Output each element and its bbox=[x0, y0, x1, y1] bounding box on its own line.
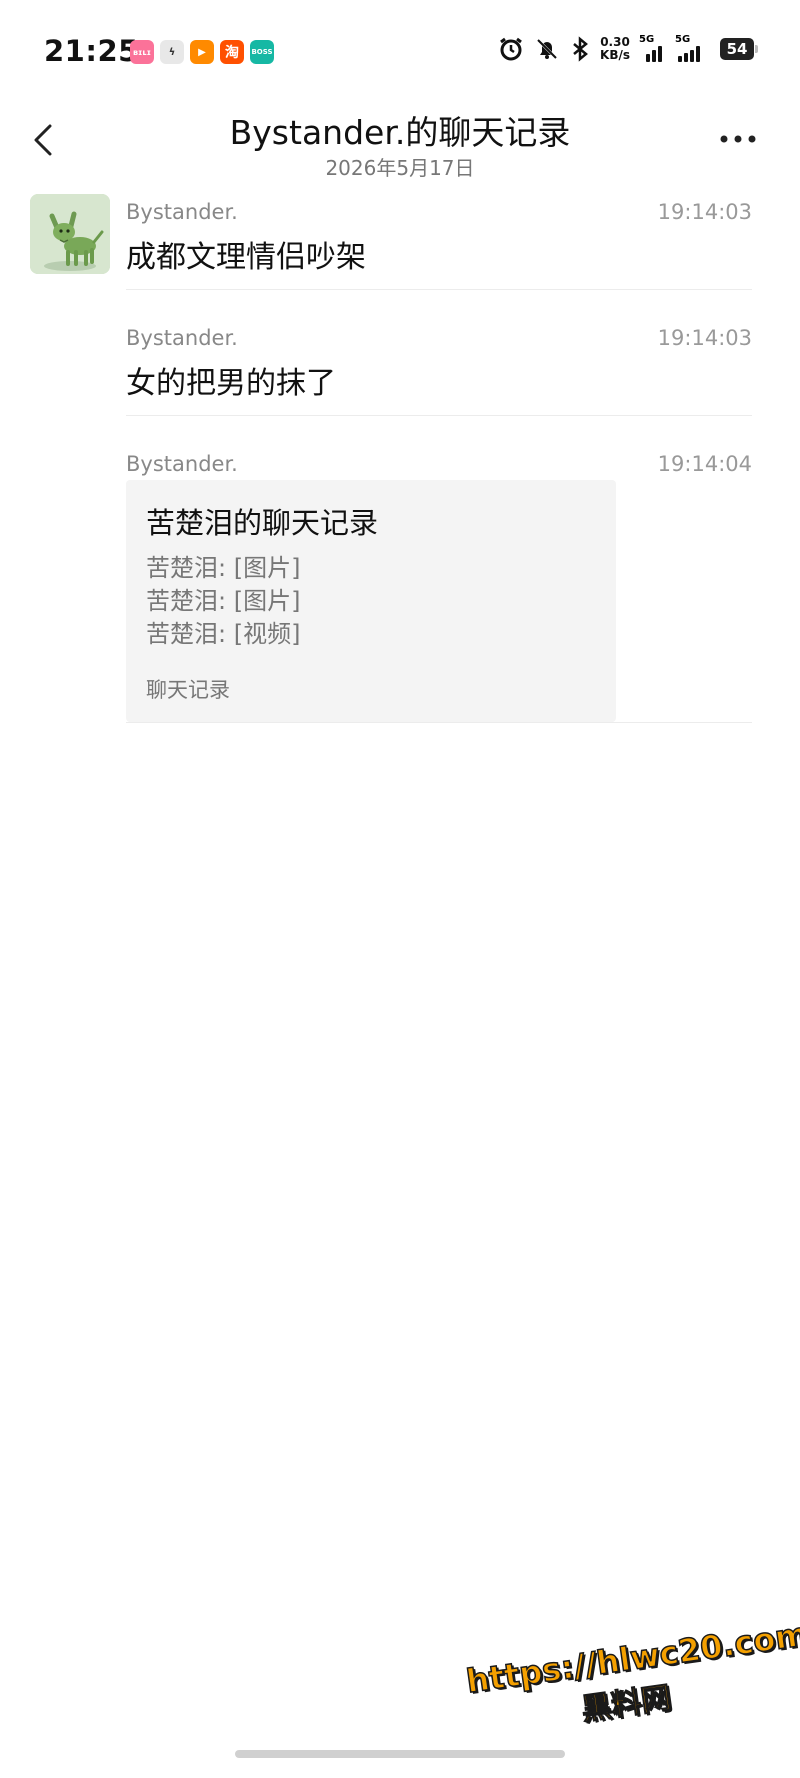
message-time: 19:14:04 bbox=[657, 452, 752, 476]
forwarded-chat-line: 苦楚泪: [视频] bbox=[146, 620, 301, 648]
message-text: 成都文理情侣吵架 bbox=[126, 240, 366, 275]
forwarded-chat-card[interactable]: 苦楚泪的聊天记录 苦楚泪: [图片] 苦楚泪: [图片] 苦楚泪: [视频] 聊… bbox=[126, 480, 616, 722]
message-time: 19:14:03 bbox=[657, 326, 752, 350]
status-bar: 21:25 ʙɪʟɪ ϟ ▶ 淘 BOSS 0.30 KB/s 5G 5G 54 bbox=[0, 0, 800, 100]
message-text: 女的把男的抹了 bbox=[126, 366, 336, 401]
message-item[interactable]: Bystander. 19:14:04 苦楚泪的聊天记录 苦楚泪: [图片] 苦… bbox=[0, 450, 800, 722]
dog-avatar-icon bbox=[30, 194, 110, 274]
message-time: 19:14:03 bbox=[657, 200, 752, 224]
chat-date: 2026年5月17日 bbox=[325, 156, 475, 180]
signal-strength-icon-2: 5G bbox=[675, 34, 710, 62]
chat-history-page: 21:25 ʙɪʟɪ ϟ ▶ 淘 BOSS 0.30 KB/s 5G 5G 54… bbox=[0, 0, 800, 1778]
home-indicator[interactable] bbox=[235, 1750, 565, 1758]
divider bbox=[126, 289, 752, 290]
link-app-icon: ϟ bbox=[160, 40, 184, 64]
bluetooth-icon bbox=[573, 36, 588, 62]
signal-strength-icon-1: 5G bbox=[639, 34, 666, 62]
status-time: 21:25 bbox=[44, 34, 139, 68]
sender-name: Bystander. bbox=[126, 326, 238, 350]
video-app-icon: ▶ bbox=[190, 40, 214, 64]
forwarded-chat-line: 苦楚泪: [图片] bbox=[146, 554, 301, 582]
alarm-icon bbox=[500, 37, 522, 61]
mute-bell-icon bbox=[536, 38, 558, 60]
bilibili-icon: ʙɪʟɪ bbox=[130, 40, 154, 64]
sender-name: Bystander. bbox=[126, 452, 238, 476]
forwarded-chat-line: 苦楚泪: [图片] bbox=[146, 587, 301, 615]
site-watermark: https://hlwc20.com 黑料网 bbox=[463, 1614, 800, 1771]
forwarded-chat-title: 苦楚泪的聊天记录 bbox=[146, 506, 379, 540]
boss-app-icon: BOSS bbox=[250, 40, 274, 64]
battery-icon: 54 bbox=[720, 38, 758, 60]
forwarded-chat-footer: 聊天记录 bbox=[146, 678, 230, 702]
more-options-icon[interactable] bbox=[716, 124, 760, 154]
sender-name: Bystander. bbox=[126, 200, 238, 224]
taobao-icon: 淘 bbox=[220, 40, 244, 64]
chat-history-header: Bystander.的聊天记录 2026年5月17日 bbox=[0, 100, 800, 180]
network-speed: 0.30 KB/s bbox=[600, 35, 630, 62]
message-item[interactable]: Bystander. 19:14:03 女的把男的抹了 bbox=[0, 322, 800, 414]
notification-app-icons: ʙɪʟɪ ϟ ▶ 淘 BOSS bbox=[130, 40, 274, 64]
status-indicators: 0.30 KB/s 5G 5G 54 bbox=[498, 34, 758, 62]
divider bbox=[126, 722, 752, 723]
avatar[interactable] bbox=[30, 194, 110, 274]
message-item[interactable]: Bystander. 19:14:03 成都文理情侣吵架 bbox=[0, 194, 800, 290]
divider bbox=[126, 415, 752, 416]
page-title: Bystander.的聊天记录 bbox=[229, 113, 571, 152]
